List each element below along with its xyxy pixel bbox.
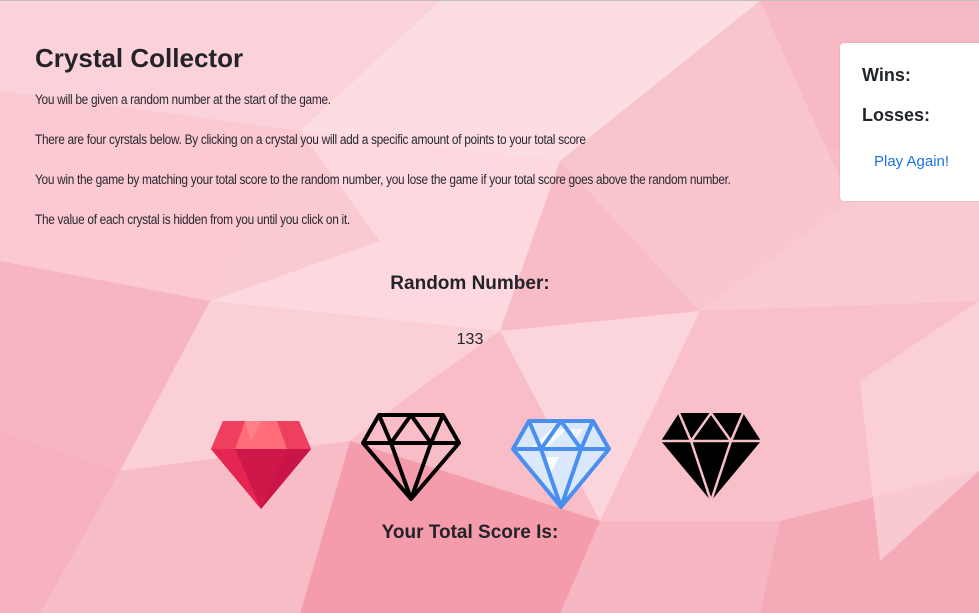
wins-label: Wins: xyxy=(862,65,911,85)
play-again-button[interactable]: Play Again! xyxy=(874,153,949,170)
random-number-label: Random Number: xyxy=(390,273,550,294)
instruction-3: You win the game by matching your total … xyxy=(35,172,731,187)
page-title: Crystal Collector xyxy=(35,43,244,73)
instruction-2: There are four cyrstals below. By clicki… xyxy=(35,132,586,147)
scoreboard-panel: Wins: Losses: Play Again! xyxy=(840,43,979,201)
random-number-value: 133 xyxy=(456,331,484,348)
outline-diamond-crystal-icon[interactable] xyxy=(361,411,461,511)
instruction-4: The value of each crystal is hidden from… xyxy=(35,212,350,227)
total-score-label: Your Total Score Is: xyxy=(381,522,559,543)
blue-diamond-crystal-icon[interactable] xyxy=(511,411,611,511)
instruction-1: You will be given a random number at the… xyxy=(35,92,331,107)
black-diamond-crystal-icon[interactable] xyxy=(661,411,761,511)
red-ruby-crystal-icon[interactable] xyxy=(211,411,311,511)
losses-row: Losses: xyxy=(862,105,936,126)
page-content: Crystal Collector You will be given a ra… xyxy=(0,1,979,613)
wins-row: Wins: xyxy=(862,65,917,86)
losses-label: Losses: xyxy=(862,105,931,125)
